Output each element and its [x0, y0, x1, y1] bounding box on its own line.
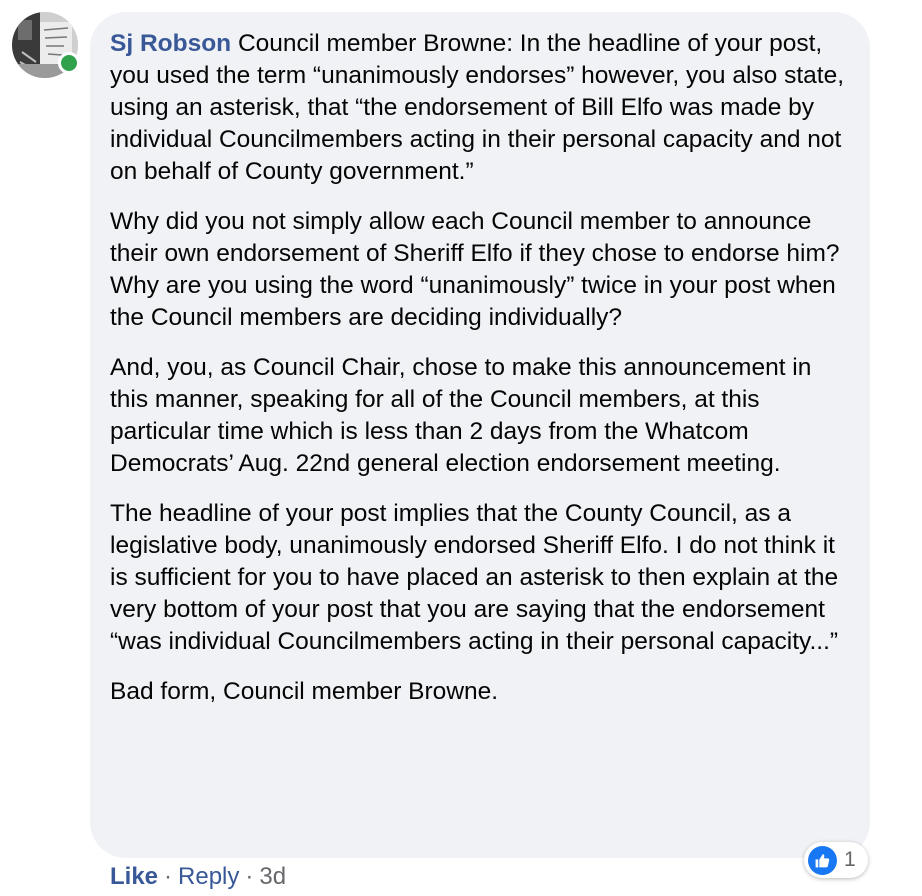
reply-button[interactable]: Reply	[178, 863, 239, 890]
online-status-indicator	[58, 52, 80, 74]
separator: ·	[245, 863, 254, 890]
like-button[interactable]: Like	[110, 863, 158, 890]
avatar-container[interactable]	[12, 12, 80, 78]
comment-paragraph: The headline of your post implies that t…	[110, 500, 839, 655]
comment-paragraph: And, you, as Council Chair, chose to mak…	[110, 354, 812, 477]
comment-author-link[interactable]: Sj Robson	[110, 30, 231, 57]
comment-timestamp[interactable]: 3d	[259, 863, 286, 890]
reaction-count: 1	[844, 848, 856, 871]
separator: ·	[164, 863, 173, 890]
reaction-summary[interactable]: 1	[804, 842, 868, 878]
comment-actions: Like · Reply · 3d	[110, 862, 286, 892]
comment-paragraph: Why did you not simply allow each Counci…	[110, 208, 840, 331]
comment-paragraph: Sj Robson Council member Browne: In the …	[110, 28, 850, 188]
thumbs-up-icon	[808, 845, 837, 875]
comment-bubble: Sj Robson Council member Browne: In the …	[90, 12, 870, 858]
comment-paragraph: Bad form, Council member Browne.	[110, 678, 499, 705]
